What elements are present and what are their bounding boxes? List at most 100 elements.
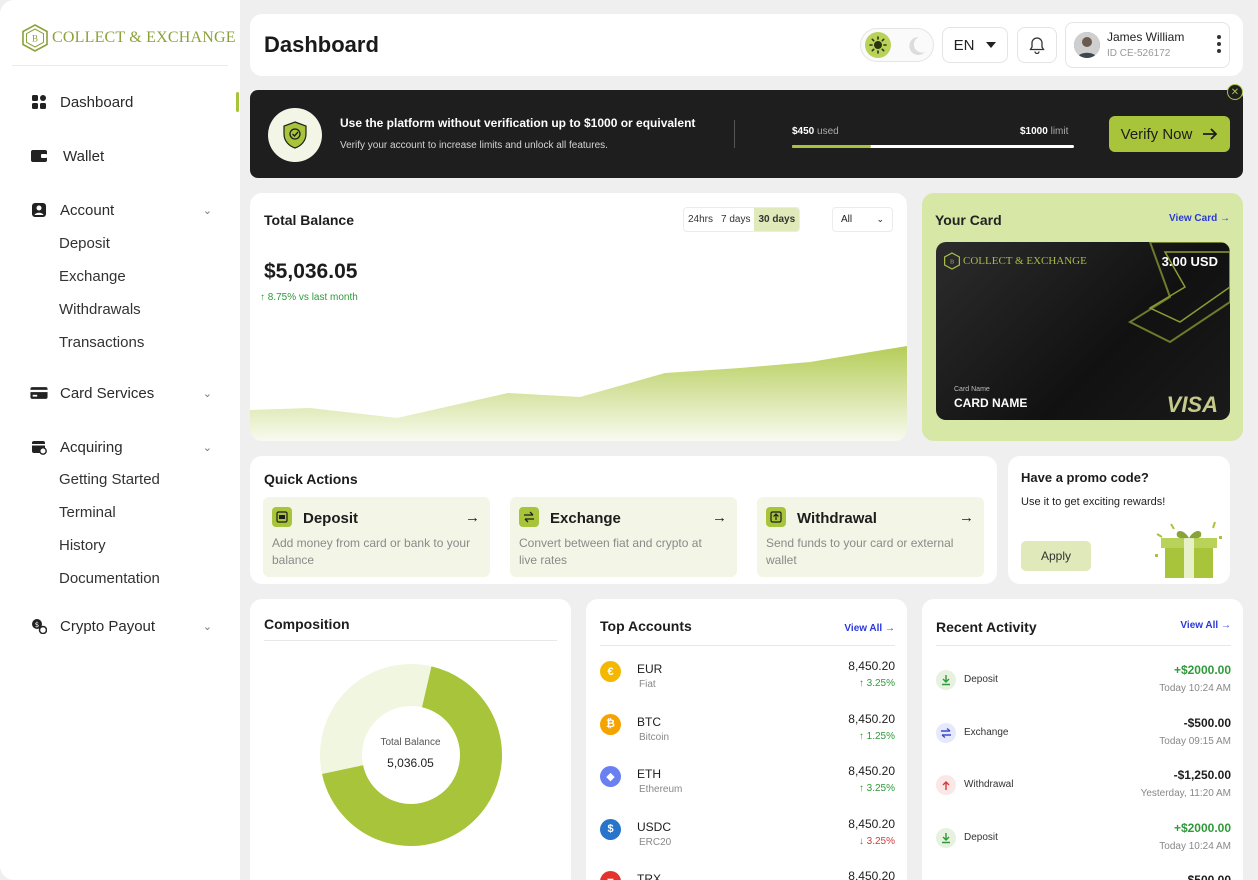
wallet-icon: [30, 147, 48, 165]
sidebar: B COLLECT & EXCHANGE Dashboard Wallet Ac…: [0, 0, 240, 880]
arrow-right-icon: →: [712, 509, 727, 526]
activity-row[interactable]: Deposit +$2000.00 Today 10:24 AM: [922, 819, 1243, 871]
notifications-button[interactable]: [1017, 27, 1057, 63]
kebab-menu-icon[interactable]: [1217, 35, 1221, 53]
quick-actions-panel: Quick Actions Deposit → Add money from c…: [250, 456, 997, 584]
sidebar-subitem-exchange[interactable]: Exchange: [59, 268, 126, 285]
balance-change: ↑ 8.75% vs last month: [260, 292, 358, 303]
card-icon: [30, 384, 48, 402]
sidebar-subitem-history[interactable]: History: [59, 537, 106, 554]
card-name: CARD NAME: [954, 396, 1028, 410]
view-card-link[interactable]: View Card →: [1169, 213, 1230, 224]
close-icon[interactable]: ✕: [1227, 84, 1243, 100]
usdc-coin-icon: $: [600, 818, 621, 840]
account-type: Fiat: [639, 679, 656, 690]
quick-action-title: Deposit: [303, 510, 359, 527]
account-code: USDC: [637, 819, 672, 834]
quick-action-deposit[interactable]: Deposit → Add money from card or bank to…: [263, 497, 490, 577]
account-change: ↑ 3.25%: [858, 783, 895, 794]
banner-subtitle: Verify your account to increase limits a…: [340, 140, 608, 151]
divider: [264, 640, 557, 641]
account-change: ↑ 1.25%: [858, 730, 895, 742]
exchange-arrows-icon: [936, 722, 956, 743]
quick-action-withdrawal[interactable]: Withdrawal → Send funds to your card or …: [757, 497, 984, 577]
sidebar-subitem-deposit[interactable]: Deposit: [59, 235, 110, 252]
balance-filter-select[interactable]: All ⌄: [832, 207, 893, 232]
account-row[interactable]: ▼ TRX 8,450.20: [586, 867, 907, 880]
quick-action-title: Exchange: [550, 510, 621, 527]
arrow-up-icon: ↑: [858, 678, 864, 689]
user-name: James William: [1107, 30, 1185, 44]
language-select[interactable]: EN: [942, 27, 1008, 63]
arrow-down-icon: ↓: [858, 835, 864, 847]
verification-banner: Use the platform without verification up…: [250, 84, 1243, 178]
activity-row[interactable]: Withdrawal -$1,250.00 Yesterday, 11:20 AM: [922, 766, 1243, 818]
sidebar-subitem-documentation[interactable]: Documentation: [59, 570, 160, 587]
sidebar-subitem-terminal[interactable]: Terminal: [59, 504, 116, 521]
sidebar-item-label: Dashboard: [60, 93, 134, 111]
virtual-card[interactable]: B COLLECT & EXCHANGE 3.00 USD Card Name …: [936, 242, 1230, 420]
chevron-down-icon: ⌄: [202, 620, 212, 633]
quick-action-desc: Send funds to your card or external wall…: [766, 536, 954, 567]
account-code: TRX: [637, 872, 661, 880]
sidebar-item-crypto-payout[interactable]: $ Crypto Payout ⌄: [30, 617, 220, 635]
arrow-right-icon: →: [465, 509, 480, 526]
theme-toggle[interactable]: [860, 28, 934, 62]
activity-amount: +$2000.00: [1173, 820, 1231, 835]
btc-coin-icon: ₿: [600, 713, 621, 735]
activity-row[interactable]: Exchange -$500.00 Today 09:15 AM: [922, 714, 1243, 766]
sidebar-subitem-getting-started[interactable]: Getting Started: [59, 471, 160, 488]
eth-coin-icon: ◆: [600, 766, 621, 787]
activity-type: Deposit: [964, 674, 998, 685]
trx-coin-icon: ▼: [600, 871, 621, 880]
arrow-right-icon: [1203, 128, 1218, 140]
sidebar-subitem-transactions[interactable]: Transactions: [59, 334, 144, 351]
promo-subtitle: Use it to get exciting rewards!: [1021, 496, 1166, 508]
account-row[interactable]: $ USDC ERC20 8,450.20 ↓ 3.25%: [586, 815, 907, 867]
sidebar-item-acquiring[interactable]: Acquiring ⌄: [30, 438, 220, 456]
gift-icon: [1155, 521, 1222, 578]
view-all-activity-link[interactable]: View All →: [1180, 620, 1231, 631]
activity-row[interactable]: -$500.00: [922, 871, 1243, 880]
view-all-accounts-link[interactable]: View All →: [844, 623, 895, 634]
banner-divider: [734, 120, 735, 148]
page-title: Dashboard: [264, 32, 379, 57]
limit-amount: $1000 limit: [1020, 126, 1069, 137]
verify-now-button[interactable]: Verify Now: [1109, 116, 1230, 152]
recent-activity-title: Recent Activity: [936, 619, 1037, 635]
sidebar-item-account[interactable]: Account ⌄: [30, 201, 220, 219]
range-7-days[interactable]: 7 days: [717, 208, 754, 231]
divider: [936, 645, 1231, 646]
account-row[interactable]: ◆ ETH Ethereum 8,450.20 ↑ 3.25%: [586, 762, 907, 814]
range-30-days[interactable]: 30 days: [754, 208, 800, 231]
svg-text:B: B: [950, 259, 954, 265]
language-value: EN: [953, 36, 975, 54]
sidebar-item-card-services[interactable]: Card Services ⌄: [30, 384, 220, 402]
moon-icon[interactable]: [905, 35, 927, 57]
account-value: 8,450.20: [848, 764, 895, 778]
range-24hrs[interactable]: 24hrs: [684, 208, 717, 231]
balance-area-chart: [250, 346, 907, 441]
account-row[interactable]: € EUR Fiat 8,450.20 ↑ 3.25%: [586, 657, 907, 709]
account-code: BTC: [637, 714, 661, 729]
promo-title: Have a promo code?: [1021, 470, 1149, 485]
chevron-down-icon: ⌄: [876, 214, 884, 224]
your-card-title: Your Card: [935, 212, 1002, 228]
sidebar-item-wallet[interactable]: Wallet: [30, 147, 220, 165]
apply-button[interactable]: Apply: [1021, 541, 1091, 571]
activity-row[interactable]: Deposit +$2000.00 Today 10:24 AM: [922, 661, 1243, 713]
account-row[interactable]: ₿ BTC Bitcoin 8,450.20 ↑ 1.25%: [586, 710, 907, 762]
exchange-icon: [519, 507, 539, 527]
brand-logo[interactable]: B COLLECT & EXCHANGE: [22, 24, 236, 52]
filter-value: All: [841, 214, 853, 225]
user-menu[interactable]: James William ID CE-526172: [1065, 22, 1230, 68]
sun-icon[interactable]: [865, 32, 891, 58]
sidebar-subitem-withdrawals[interactable]: Withdrawals: [59, 301, 141, 318]
account-type: ERC20: [639, 836, 672, 848]
quick-action-exchange[interactable]: Exchange → Convert between fiat and cryp…: [510, 497, 737, 577]
used-amount: $450 used: [792, 126, 839, 137]
sidebar-item-label: Wallet: [63, 147, 105, 165]
bell-icon: [1029, 37, 1045, 54]
chevron-down-icon: ⌄: [202, 387, 212, 400]
sidebar-item-dashboard[interactable]: Dashboard: [30, 93, 220, 111]
